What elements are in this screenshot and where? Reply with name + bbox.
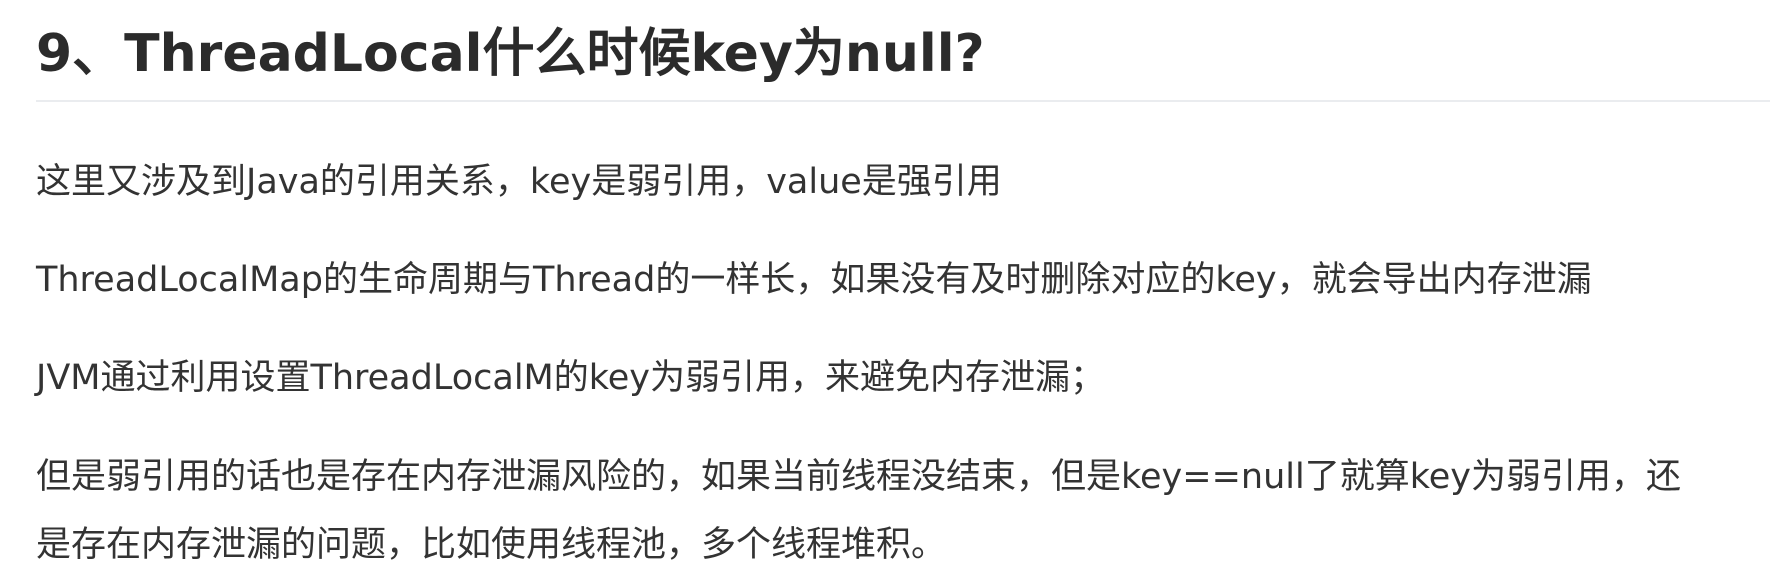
- paragraph-leak-risk-line-2: 是存在内存泄漏的问题，比如使用线程池，多个线程堆积。: [36, 525, 947, 565]
- section-heading: 9、ThreadLocal什么时候key为null?: [36, 24, 985, 84]
- paragraph-leak-risk-line-1: 但是弱引用的话也是存在内存泄漏风险的，如果当前线程没结束，但是key==null…: [36, 457, 1682, 497]
- paragraph-threadlocalmap-lifecycle: ThreadLocalMap的生命周期与Thread的一样长，如果没有及时删除对…: [36, 260, 1592, 300]
- heading-divider: [36, 100, 1770, 102]
- paragraph-weak-strong-reference: 这里又涉及到Java的引用关系，key是弱引用，value是强引用: [36, 162, 1002, 202]
- paragraph-jvm-weak-key: JVM通过利用设置ThreadLocalM的key为弱引用，来避免内存泄漏；: [36, 358, 1106, 398]
- article: 9、ThreadLocal什么时候key为null? 这里又涉及到Java的引用…: [0, 0, 1788, 578]
